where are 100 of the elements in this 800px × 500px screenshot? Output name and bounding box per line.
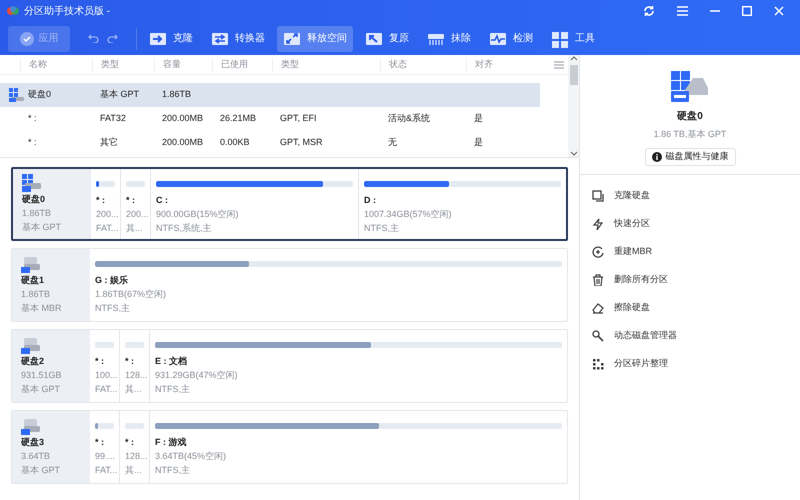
partition-info: FAT...	[95, 464, 114, 477]
toolbar-button[interactable]: 工具	[545, 26, 601, 52]
close-icon[interactable]	[774, 6, 784, 16]
check-icon	[20, 32, 34, 46]
partition-label: C :	[156, 194, 169, 207]
partition-label: * :	[125, 355, 135, 368]
partition-info: NTFS,主	[155, 383, 191, 396]
disk-name: 硬盘0	[22, 193, 46, 206]
table-cell-text: 无	[388, 136, 398, 150]
rebuild-icon	[592, 246, 604, 258]
grid-icon	[551, 30, 569, 48]
partition-info: NTFS,主	[155, 464, 191, 477]
toolbar-button[interactable]: 转换器	[205, 26, 271, 52]
table-cell-text: 26.21MB	[220, 112, 258, 126]
partition-label: G : 娱乐	[95, 274, 129, 287]
partition-size: 900.00GB(15%空闲)	[156, 208, 240, 221]
action-item[interactable]: 分区碎片整理	[592, 354, 800, 374]
table-cell-text: 硬盘0	[28, 88, 52, 102]
disk-size: 931.51GB	[21, 369, 63, 382]
partition-size: 931.29GB(47%空闲)	[155, 369, 239, 382]
scroll-up-icon[interactable]	[570, 55, 578, 63]
partition-label: * :	[125, 436, 135, 449]
disk-card[interactable]: 硬盘0 1.86TB 基本 GPT * : 200... FAT... * : 200... 其... C : 900.00GB(15%空闲) NTFS,系统,主 D : 1007.34GB(57%空闲) NTFS,主	[11, 167, 568, 241]
partition-size: 1.86TB(67%空闲)	[95, 288, 168, 301]
disk-icon	[21, 336, 41, 354]
disk-name: 硬盘2	[21, 355, 46, 368]
dots-icon	[592, 358, 604, 370]
action-item[interactable]: 动态磁盘管理器	[592, 326, 800, 346]
disk-size: 3.64TB	[21, 450, 52, 463]
partition-info: NTFS,主	[364, 222, 400, 235]
disk-size: 1.86TB	[21, 288, 52, 301]
disk-name: 硬盘1	[21, 274, 46, 287]
column-menu-icon[interactable]	[554, 60, 564, 68]
partition-label: * :	[126, 194, 136, 207]
disk-name: 硬盘3	[21, 436, 46, 449]
scroll-thumb[interactable]	[570, 65, 578, 85]
redo-icon[interactable]	[107, 34, 118, 43]
partition-info: FAT...	[96, 222, 115, 235]
disk-icon	[21, 417, 41, 435]
partition-label: E : 文档	[155, 355, 188, 368]
undo-icon[interactable]	[88, 34, 99, 43]
table-cell-text: * :	[28, 136, 38, 150]
toolbar-button[interactable]: 检测	[483, 26, 539, 52]
scroll-down-icon[interactable]	[570, 149, 578, 157]
disk-card[interactable]: 硬盘3 3.64TB 基本 GPT * : 99.... FAT... * : 128... 其... F : 游戏 3.64TB(45%空闲) NTFS,主	[11, 410, 568, 484]
disk-type: 基本 GPT	[22, 221, 62, 234]
partition-label: * :	[96, 194, 106, 207]
table-cell-text: 活动&系统	[388, 112, 432, 126]
maximize-icon[interactable]	[742, 6, 752, 16]
ssd-icon	[671, 71, 709, 103]
menu-icon[interactable]	[677, 6, 688, 16]
table-cell-text: 200.00MB	[162, 136, 204, 150]
partition-info: FAT...	[95, 383, 114, 396]
partition-size: 1007.34GB(57%空闲)	[364, 208, 453, 221]
disk-type: 基本 GPT	[21, 464, 62, 477]
toolbar-button[interactable]: 抹除	[421, 26, 477, 52]
disk-name: 硬盘0	[677, 110, 703, 124]
table-cell-text: * :	[28, 112, 38, 126]
partition-size: 3.64TB(45%空闲)	[155, 450, 228, 463]
table-cell-text: 基本 GPT	[100, 88, 140, 102]
action-item[interactable]: 重建MBR	[592, 242, 800, 262]
partition-label: * :	[95, 436, 105, 449]
table-row[interactable]: * : FAT32 200.00MB 26.21MB GPT, EFI 活动&系统 是	[0, 107, 540, 131]
table-cell-text: 其它	[100, 136, 119, 150]
disk-icon	[22, 174, 42, 192]
table-cell-text: 200.00MB	[162, 112, 204, 126]
disk-card[interactable]: 硬盘2 931.51GB 基本 GPT * : 100... FAT... * : 128... 其... E : 文档 931.29GB(47%空闲) NTFS,主	[11, 329, 568, 403]
toolbar-button[interactable]: 复原	[359, 26, 415, 52]
table-cell-text: 是	[474, 136, 484, 150]
properties-button[interactable]: 磁盘属性与健康	[644, 148, 736, 166]
table-row[interactable]: 硬盘0 基本 GPT 1.86TB	[0, 83, 540, 107]
partition-info: NTFS,主	[95, 302, 131, 315]
disk-size: 1.86TB	[22, 207, 52, 220]
table-cell-text: GPT, EFI	[280, 112, 318, 126]
toolbar-button[interactable]: 释放空间	[277, 26, 353, 52]
partition-info: 其...	[125, 464, 143, 477]
partition-size: 99....	[95, 450, 114, 463]
partition-info: 其...	[126, 222, 144, 235]
disk-summary: 1.86 TB,基本 GPT	[654, 128, 726, 141]
table-row[interactable]: * : 其它 200.00MB 0.00KB GPT, MSR 无 是	[0, 131, 540, 155]
action-item[interactable]: 删除所有分区	[592, 270, 800, 290]
scrollbar[interactable]	[568, 55, 579, 157]
action-item[interactable]: 擦除硬盘	[592, 298, 800, 318]
partition-info: NTFS,系统,主	[156, 222, 212, 235]
disk-type: 基本 GPT	[21, 383, 62, 396]
disk-card[interactable]: 硬盘1 1.86TB 基本 MBR G : 娱乐 1.86TB(67%空闲) NTFS,主	[11, 248, 568, 322]
trash-icon	[592, 274, 604, 286]
copy-icon	[592, 190, 604, 202]
action-item[interactable]: 快速分区	[592, 214, 800, 234]
partition-info: 其...	[125, 383, 143, 396]
refresh-icon[interactable]	[643, 5, 655, 17]
info-icon	[652, 152, 662, 162]
disk-icon	[21, 255, 41, 273]
table-cell-text: GPT, MSR	[280, 136, 324, 150]
toolbar-button[interactable]: 克隆	[143, 26, 199, 52]
partition-label: D :	[364, 194, 377, 207]
disk-type: 基本 MBR	[21, 302, 62, 315]
eraser-icon	[592, 302, 604, 314]
action-item[interactable]: 克隆硬盘	[592, 186, 800, 206]
partition-label: F : 游戏	[155, 436, 188, 449]
